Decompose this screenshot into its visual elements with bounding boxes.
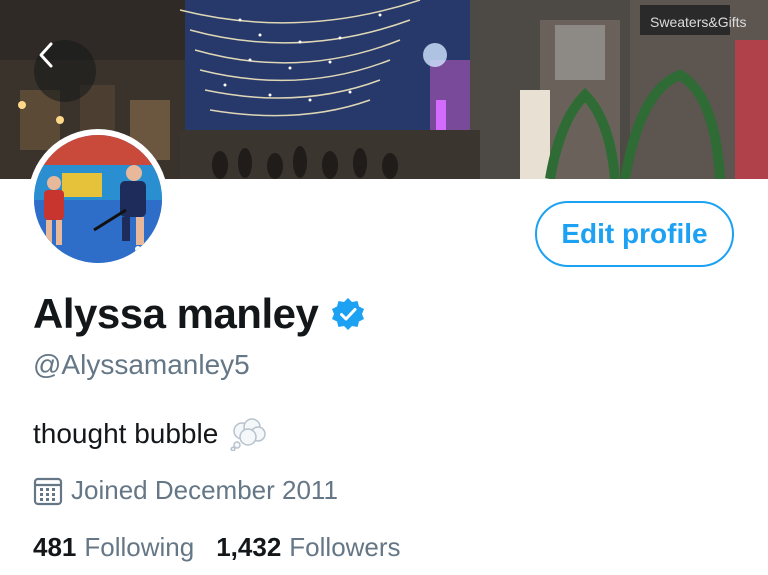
bio-text: thought bubble	[33, 418, 219, 449]
joined-text: Joined December 2011	[71, 475, 338, 505]
back-button[interactable]	[34, 40, 96, 102]
avatar[interactable]	[28, 129, 168, 269]
shop-sign-text: Sweaters&Gifts	[650, 14, 746, 30]
profile-stats: 481 Following 1,432 Followers	[33, 532, 423, 563]
edit-profile-button[interactable]: Edit profile	[535, 201, 734, 267]
hockey-player-photo	[34, 135, 162, 263]
following-link[interactable]: 481 Following	[33, 532, 194, 563]
verified-badge-icon[interactable]	[330, 296, 366, 332]
chevron-left-icon	[39, 42, 53, 68]
calendar-icon	[33, 477, 63, 505]
display-name: Alyssa manley	[33, 290, 319, 337]
following-label: Following	[84, 532, 195, 562]
followers-count: 1,432	[216, 532, 282, 562]
bio: thought bubble	[33, 417, 268, 451]
profile-name-row: Alyssa manley	[33, 290, 366, 338]
thought-bubble-icon	[230, 418, 267, 451]
avatar-image	[34, 135, 162, 263]
followers-label: Followers	[289, 532, 401, 562]
following-count: 481	[33, 532, 77, 562]
user-handle: @Alyssamanley5	[33, 349, 250, 380]
followers-link[interactable]: 1,432 Followers	[216, 532, 400, 563]
joined-date: Joined December 2011	[33, 475, 338, 506]
